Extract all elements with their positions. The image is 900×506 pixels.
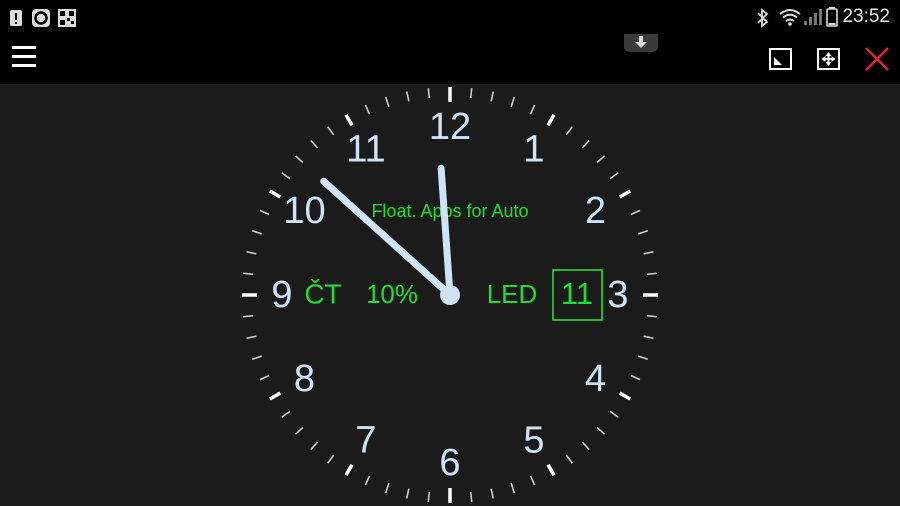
minute-tick: [630, 209, 641, 216]
clock-numeral: 10: [283, 190, 325, 232]
hour-tick: [618, 189, 632, 199]
minute-tick: [490, 488, 495, 499]
menu-button[interactable]: [12, 46, 36, 70]
minute-tick: [510, 483, 516, 494]
clock-numeral: 8: [294, 358, 315, 400]
hour-tick: [344, 113, 354, 127]
pull-down-handle[interactable]: [624, 34, 658, 52]
minute-tick: [327, 126, 335, 136]
alert-icon: [10, 10, 22, 26]
minute-tick: [259, 374, 270, 381]
minute-tick: [281, 410, 291, 418]
minute-tick: [596, 426, 606, 435]
minute-tick: [246, 335, 257, 340]
minute-tick: [529, 475, 536, 486]
hour-tick: [344, 463, 354, 477]
minute-tick: [565, 126, 573, 136]
clock-numeral: 6: [439, 442, 460, 484]
clock-numeral: 11: [346, 129, 385, 171]
clock-numeral: 12: [429, 106, 471, 148]
weekday-label: ČT: [304, 278, 341, 309]
qr-icon: [58, 9, 76, 27]
led-label: LED: [487, 279, 538, 309]
minute-tick: [646, 272, 657, 276]
clock-numeral: 2: [585, 190, 606, 232]
minute-tick: [638, 355, 649, 361]
minute-tick: [405, 91, 410, 102]
hour-tick: [268, 391, 282, 401]
center-pin: [440, 285, 460, 305]
minute-tick: [427, 491, 431, 502]
clock-numeral: 5: [523, 420, 544, 462]
minute-tick: [581, 441, 590, 451]
minute-tick: [310, 441, 319, 451]
minute-tick: [469, 88, 473, 99]
minute-tick: [243, 272, 254, 276]
minute-tick: [364, 104, 371, 115]
battery-icon: [826, 7, 838, 27]
minute-tick: [405, 488, 410, 499]
hour-hand: [437, 164, 454, 299]
clock-numeral: 7: [355, 420, 376, 462]
minute-tick: [490, 91, 495, 102]
minute-tick: [609, 410, 619, 418]
minute-tick: [251, 229, 262, 235]
signal-icon: [804, 9, 822, 25]
minute-tick: [384, 483, 390, 494]
minute-tick: [565, 454, 573, 464]
clock-numeral: 4: [585, 358, 606, 400]
minute-tick: [427, 88, 431, 99]
minute-tick: [251, 355, 262, 361]
minute-tick: [243, 314, 254, 318]
floating-window-toolbar: [0, 34, 900, 84]
hour-tick: [546, 113, 556, 127]
clock-numeral: 1: [523, 129, 544, 171]
hour-tick: [268, 189, 282, 199]
minute-tick: [581, 139, 590, 149]
date-value: 11: [561, 276, 593, 311]
minute-tick: [630, 374, 641, 381]
move-button[interactable]: [816, 46, 842, 72]
analog-clock: 121234567891011 Float. Apps for Auto ČT …: [242, 87, 658, 503]
status-bar: 23:52: [0, 0, 900, 34]
move-icon: [817, 48, 840, 70]
minute-tick: [643, 335, 654, 340]
minute-tick: [529, 104, 536, 115]
close-button[interactable]: [864, 46, 890, 72]
minute-tick: [643, 250, 654, 255]
minute-tick: [510, 96, 516, 107]
wifi-icon: [779, 9, 801, 26]
resize-icon: [769, 48, 792, 70]
clock-numeral: 9: [271, 274, 292, 316]
status-time: 23:52: [842, 6, 890, 27]
hamburger-icon: [12, 46, 36, 49]
minute-tick: [246, 250, 257, 255]
app-label: Float. Apps for Auto: [371, 201, 528, 221]
minute-tick: [646, 314, 657, 318]
minute-tick: [294, 426, 304, 435]
bluetooth-icon: [757, 8, 769, 28]
resize-button[interactable]: [768, 46, 794, 72]
hour-tick: [618, 391, 632, 401]
minute-tick: [384, 96, 390, 107]
minute-tick: [281, 172, 291, 180]
minute-tick: [364, 475, 371, 486]
battery-percent: 10%: [366, 279, 418, 309]
clock-numeral: 3: [607, 274, 628, 316]
minute-tick: [327, 454, 335, 464]
minute-tick: [310, 139, 319, 149]
minute-tick: [638, 229, 649, 235]
minute-tick: [469, 491, 473, 502]
minute-tick: [294, 155, 304, 164]
hour-tick: [546, 463, 556, 477]
minute-tick: [596, 155, 606, 164]
minute-tick: [259, 209, 270, 216]
arrow-down-icon: [635, 36, 647, 48]
close-icon: [865, 47, 889, 71]
minute-tick: [609, 172, 619, 180]
app-c-icon: [32, 9, 50, 27]
